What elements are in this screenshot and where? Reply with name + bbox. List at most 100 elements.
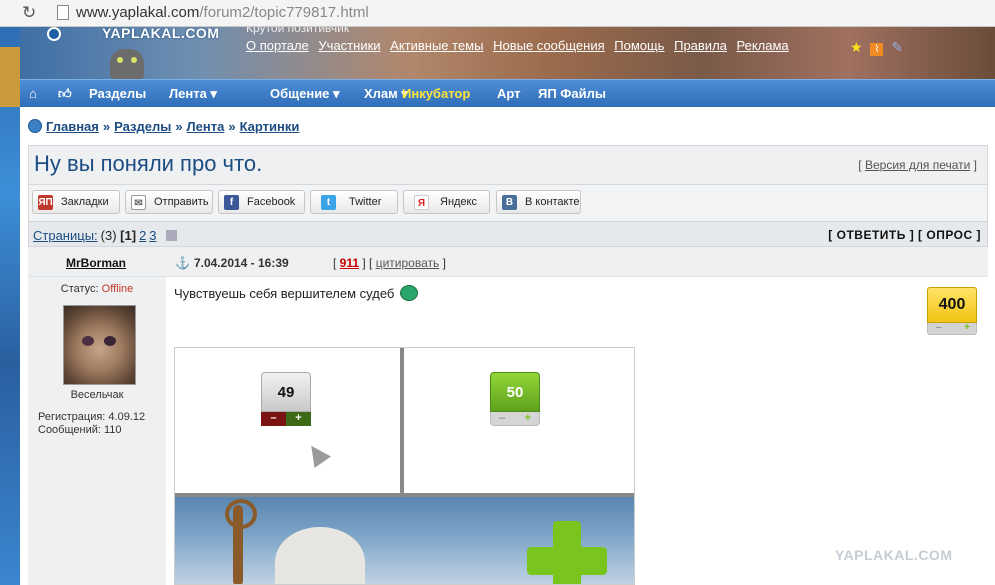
- nav-item-feed[interactable]: Лента ▾: [169, 86, 217, 102]
- nav-item-files[interactable]: ЯП Файлы: [538, 86, 606, 101]
- share-vkontakte-button[interactable]: В В контакте: [496, 190, 581, 214]
- share-send-button[interactable]: ✉ Отправить: [125, 190, 213, 214]
- home-icon[interactable]: ⌂: [29, 86, 37, 101]
- image-vote-right: 50 – +: [490, 372, 540, 426]
- nav-item-incubator[interactable]: Инкубатор: [402, 86, 470, 101]
- user-status-label: Статус:: [60, 283, 99, 295]
- image-vote-left: 49 – +: [261, 372, 311, 426]
- image-vote-left-value: 49: [261, 372, 311, 412]
- share-facebook-button[interactable]: f Facebook: [218, 190, 305, 214]
- share-yandex-label: Яндекс: [440, 196, 477, 208]
- post-date-text: 7.04.2014 - 16:39: [193, 256, 289, 270]
- breadcrumb-home[interactable]: Главная: [46, 119, 99, 134]
- star-icon[interactable]: ★: [850, 39, 863, 55]
- topic-header: Ну вы поняли про что. [ Версия для печат…: [28, 145, 988, 185]
- image-vote-right-value: 50: [490, 372, 540, 412]
- breadcrumb-feed[interactable]: Лента: [187, 119, 225, 134]
- nav-item-sections[interactable]: Разделы: [89, 86, 146, 101]
- old-man-figure: [275, 527, 365, 584]
- page-link-3[interactable]: 3: [149, 228, 156, 243]
- post-rating-controls: – +: [927, 323, 977, 335]
- rss-icon[interactable]: ⌇: [870, 43, 884, 56]
- nav-item-talk[interactable]: Общение ▾: [270, 86, 340, 102]
- post-text-content: Чувствуешь себя вершителем судеб: [174, 286, 395, 301]
- main-navigation: ⌂ 👍︎ Разделы Лента ▾ Общение ▾ Хлам ▾ Ин…: [20, 79, 995, 107]
- user-status-value: Offline: [101, 283, 134, 295]
- rating-plus-button[interactable]: +: [964, 323, 970, 333]
- header-link-about[interactable]: О портале: [246, 38, 309, 53]
- url-domain: www.yaplakal.com: [76, 4, 200, 21]
- breadcrumb-sections[interactable]: Разделы: [114, 119, 171, 134]
- user-messages: Сообщений: 110: [38, 424, 122, 436]
- pagination-bar: Страницы: (3) [1] 2 3 [ ОТВЕТИТЬ ] [ ОПРОС …: [28, 221, 988, 247]
- image-plus-button: +: [286, 412, 311, 426]
- post-date: ⚓ 7.04.2014 - 16:39: [175, 256, 289, 270]
- quote-link[interactable]: цитировать: [376, 256, 440, 270]
- pages-dropdown-icon[interactable]: [165, 230, 177, 241]
- site-logo[interactable]: YAPLAKAL.COM: [102, 27, 220, 41]
- page-icon: [57, 5, 69, 20]
- image-panel-left: 49 – +: [175, 348, 400, 493]
- reload-icon[interactable]: ↻: [22, 3, 36, 23]
- header-link-help[interactable]: Помощь: [614, 38, 664, 53]
- post-header: MrBorman ⚓ 7.04.2014 - 16:39 [ 911 ] [ ци…: [28, 247, 988, 277]
- painting-illustration: [175, 497, 634, 584]
- header-link-rules[interactable]: Правила: [674, 38, 727, 53]
- post-image[interactable]: 49 – + 50 – +: [174, 347, 635, 585]
- image-plus-button: +: [524, 412, 531, 424]
- user-rank: Весельчак: [70, 389, 124, 401]
- user-registration: Регистрация: 4.09.12: [38, 411, 146, 423]
- browser-url-bar: ↻ www.yaplakal.com/forum2/topic779817.ht…: [0, 0, 995, 27]
- breadcrumb-pictures[interactable]: Картинки: [240, 119, 300, 134]
- post-text: Чувствуешь себя вершителем судеб: [174, 285, 418, 301]
- header-link-active-topics[interactable]: Активные темы: [390, 38, 483, 53]
- page-link-2[interactable]: 2: [139, 228, 146, 243]
- image-minus-button: –: [499, 412, 506, 424]
- site-tagline: Крутой позитивчик: [246, 27, 350, 35]
- share-twitter-button[interactable]: t Twitter: [310, 190, 398, 214]
- envelope-icon: ✉: [131, 195, 146, 210]
- image-panel-right: 50 – +: [404, 348, 634, 493]
- share-send-label: Отправить: [154, 196, 209, 208]
- share-yandex-button[interactable]: Я Яндекс: [403, 190, 490, 214]
- user-panel: Статус: Offline Весельчак Регистрация: 4…: [28, 277, 166, 585]
- breadcrumb-icon: [28, 119, 42, 133]
- staff-icon: [225, 499, 257, 584]
- topic-title: Ну вы поняли про что.: [34, 151, 263, 176]
- anchor-icon[interactable]: ⚓: [175, 256, 190, 270]
- breadcrumb-separator: »: [228, 119, 236, 134]
- post-author[interactable]: MrBorman: [66, 256, 126, 270]
- post-body: Чувствуешь себя вершителем судеб 400 – +…: [166, 277, 988, 585]
- header-link-members[interactable]: Участники: [318, 38, 380, 53]
- smiley-icon: [399, 285, 418, 301]
- cursor-arrow-icon: [303, 440, 331, 468]
- share-twitter-label: Twitter: [349, 196, 382, 208]
- watermark: YAPLAKAL.COM: [835, 547, 953, 563]
- rating-minus-button[interactable]: –: [936, 323, 942, 333]
- header-link-new-messages[interactable]: Новые сообщения: [493, 38, 605, 53]
- nav-item-art[interactable]: Арт: [497, 86, 521, 101]
- post-number[interactable]: 911: [340, 256, 359, 270]
- twitter-icon: t: [321, 195, 336, 210]
- avatar[interactable]: [63, 305, 136, 385]
- address-field[interactable]: www.yaplakal.com/forum2/topic779817.html: [76, 4, 369, 21]
- user-status: Статус: Offline: [28, 283, 166, 295]
- pencil-icon[interactable]: ✎: [891, 39, 903, 55]
- thumbs-up-icon[interactable]: 👍︎: [58, 86, 72, 102]
- share-bookmarks-button[interactable]: ЯП Закладки: [32, 190, 120, 214]
- yap-icon: ЯП: [38, 195, 53, 210]
- big-plus-icon: [527, 521, 607, 584]
- share-bookmarks-label: Закладки: [61, 196, 109, 208]
- pages-label[interactable]: Страницы:: [33, 228, 98, 243]
- vkontakte-icon: В: [502, 195, 517, 210]
- post-rating: 400 – +: [927, 287, 977, 335]
- print-version-link[interactable]: Версия для печати: [865, 158, 970, 172]
- post-number-box: [ 911 ] [ цитировать ]: [333, 256, 446, 270]
- share-vkontakte-label: В контакте: [525, 196, 580, 208]
- facebook-icon: f: [224, 195, 239, 210]
- site-header: YAPLAKAL.COM Крутой позитивчик О портале…: [20, 27, 995, 79]
- topic-actions[interactable]: [ ОТВЕТИТЬ ] [ ОПРОС ]: [828, 228, 981, 242]
- image-minus-button: –: [261, 412, 286, 426]
- header-link-ads[interactable]: Реклама: [737, 38, 789, 53]
- share-facebook-label: Facebook: [247, 196, 296, 208]
